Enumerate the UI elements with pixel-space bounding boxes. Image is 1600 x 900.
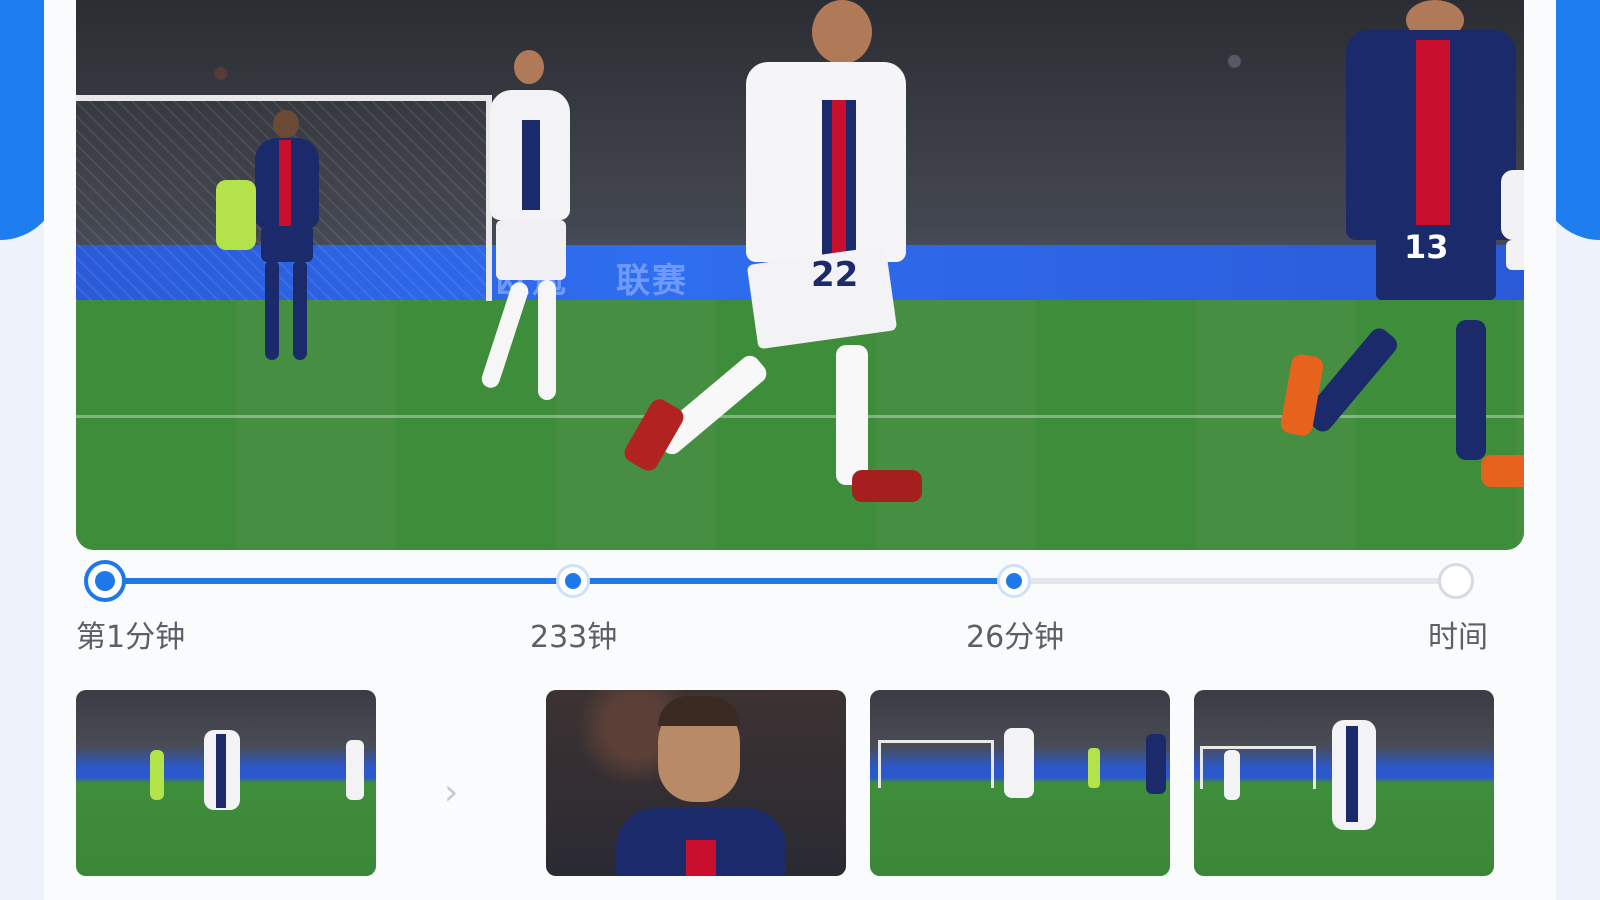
timeline-point-2[interactable] (556, 564, 590, 598)
thumbnail-4[interactable] (1194, 690, 1494, 876)
chevron-right-icon[interactable]: › (444, 772, 458, 813)
player-figure (466, 50, 586, 410)
player-figure (1496, 150, 1524, 330)
player-figure: 22 (620, 0, 936, 510)
timeline-label: 时间 (1428, 620, 1488, 655)
thumbnail-3[interactable] (870, 690, 1170, 876)
thumbnail-2[interactable] (546, 690, 846, 876)
timeline-point-3[interactable] (997, 564, 1031, 598)
timeline-label: 233钟 (530, 620, 618, 655)
timeline-label: 26分钟 (966, 620, 1065, 655)
thumbnail-1[interactable] (76, 690, 376, 876)
player-figure: 13 (1276, 0, 1524, 500)
timeline-label: 第1分钟 (76, 620, 186, 655)
timeline-point-1[interactable] (84, 560, 126, 602)
timeline-point-4[interactable] (1438, 563, 1474, 599)
hero-match-image[interactable]: 欧冠 联赛 22 13 (76, 0, 1524, 550)
player-figure (216, 170, 256, 300)
